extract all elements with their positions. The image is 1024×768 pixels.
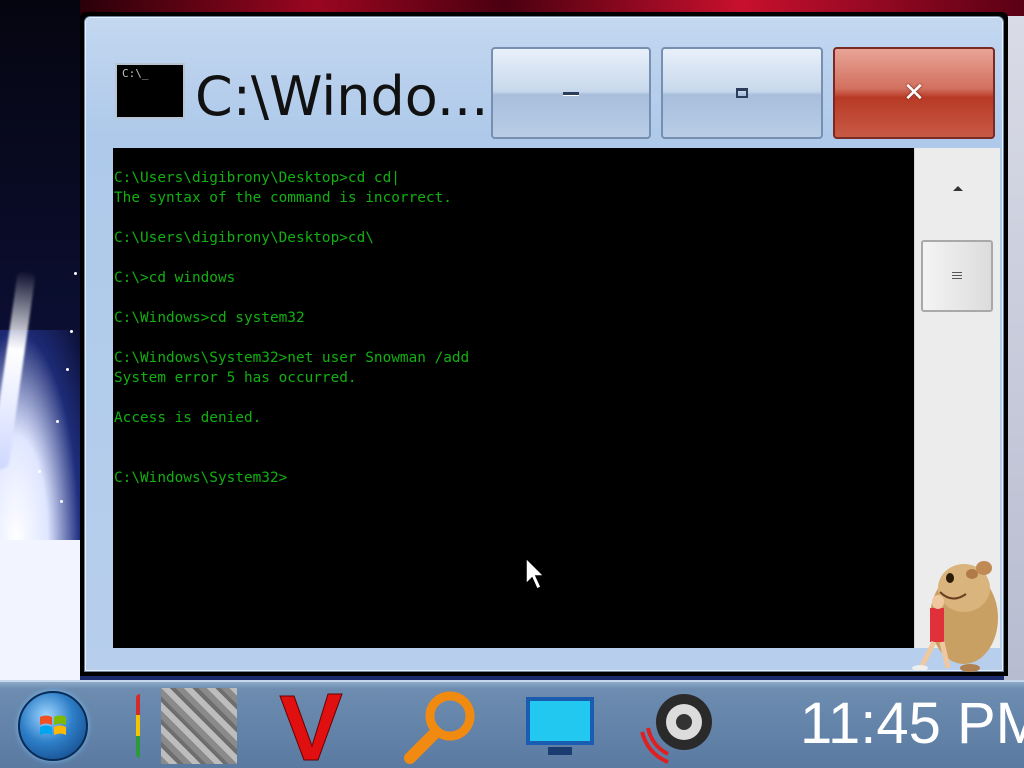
speaker-taskbar-button[interactable]: [638, 688, 718, 764]
speaker-icon: [640, 694, 712, 764]
maximize-button[interactable]: [661, 47, 823, 139]
console-line: C:\Windows\System32>net user Snowman /ad…: [114, 350, 470, 366]
taskbar: 11:45 PM: [0, 680, 1024, 768]
close-button[interactable]: ✕: [833, 47, 995, 139]
maximize-icon: [736, 88, 748, 98]
monitor-taskbar-button[interactable]: [522, 688, 598, 764]
console-output[interactable]: C:\Users\digibrony\Desktop>cd cd| The sy…: [113, 148, 914, 648]
search-taskbar-button[interactable]: [400, 688, 482, 764]
minimize-button[interactable]: [491, 47, 651, 139]
console-line: C:\Users\digibrony\Desktop>cd\: [114, 230, 374, 246]
hamster-mascot-icon: [912, 561, 998, 672]
star: [60, 500, 63, 503]
star: [38, 470, 41, 473]
monitor-icon: [526, 697, 594, 755]
photo-thumbnail-icon: [161, 688, 237, 764]
wallpaper-white-area: [0, 540, 80, 680]
vlc-icon: [279, 693, 343, 761]
console-line: The syntax of the command is incorrect.: [114, 190, 452, 206]
window-title: C:\Windo...: [195, 65, 489, 128]
grip-icon: [952, 271, 962, 281]
scroll-up-button[interactable]: [915, 148, 1000, 228]
photo-taskbar-button[interactable]: [160, 688, 238, 764]
scroll-thumb[interactable]: [921, 240, 993, 312]
close-icon: ✕: [903, 78, 925, 108]
console-line: C:\Users\digibrony\Desktop>cd cd|: [114, 170, 400, 186]
console-line: Access is denied.: [114, 410, 262, 426]
chrome-icon: [136, 694, 140, 758]
console-line: C:\Windows>cd system32: [114, 310, 305, 326]
chrome-taskbar-button[interactable]: [118, 688, 140, 764]
minimize-icon: [563, 91, 579, 95]
cmd-icon[interactable]: C:\_: [115, 63, 185, 119]
search-icon: [404, 691, 475, 764]
vlc-taskbar-button[interactable]: [276, 688, 346, 764]
star: [66, 368, 69, 371]
windows-start-icon: [18, 691, 88, 761]
star: [70, 330, 73, 333]
cmd-icon-label: C:\_: [122, 67, 149, 80]
mouse-cursor-icon: [525, 556, 546, 591]
start-button[interactable]: [18, 688, 88, 764]
console-line: System error 5 has occurred.: [114, 370, 357, 386]
console-line: C:\>cd windows: [114, 270, 236, 286]
system-clock[interactable]: 11:45 PM: [800, 682, 1024, 766]
star: [56, 420, 59, 423]
console-prompt: C:\Windows\System32>: [114, 470, 288, 486]
arrow-up-icon: [952, 185, 963, 191]
star: [74, 272, 77, 275]
